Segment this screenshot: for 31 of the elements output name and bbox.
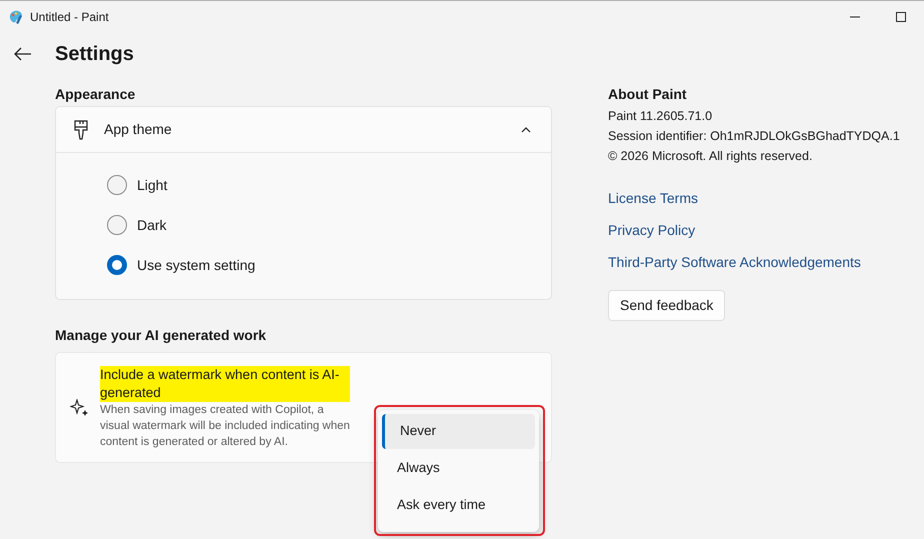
dropdown-option[interactable]: Always [382,451,535,486]
maximize-icon [896,12,906,22]
radio-label: Use system setting [137,256,256,275]
setting-title: Include a watermark when content is AI-generated [100,366,350,402]
about-text: Session identifier: Oh1mRJDLOkGsBGhadTYDQA.1 [608,128,901,145]
section-heading: About Paint [608,84,688,104]
chevron-up-icon[interactable] [521,126,531,132]
window-title: Untitled - Paint [30,8,109,26]
link[interactable]: Third-Party Software Acknowledgements [608,251,861,273]
dropdown-option[interactable]: Ask every time [382,488,535,523]
section-heading: Manage your AI generated work [55,326,268,345]
radio-label: Light [137,176,168,195]
page-title: Settings [55,42,134,67]
section-heading: Appearance [55,84,136,104]
link[interactable]: Privacy Policy [608,219,696,241]
radio-button[interactable] [107,175,127,195]
radio-button[interactable] [107,255,127,275]
radio-label: Dark [137,216,167,234]
app-theme-header[interactable]: App theme [56,107,551,153]
app-icon [8,8,24,24]
sparkle-icon [70,398,90,416]
send-feedback-button[interactable]: Send feedback [608,290,726,321]
about-text: © 2026 Microsoft. All rights reserved. [608,148,814,165]
dropdown-option[interactable]: Never [382,414,535,449]
back-arrow-icon [14,47,32,61]
setting-description: When saving images created with Copilot, a visual watermark will be included indicating when content is generated or altered by AI. [100,402,350,450]
setting-label: App theme [104,120,172,139]
about-text: Paint 11.2605.71.0 [608,108,714,125]
radio-button[interactable] [107,215,127,235]
link[interactable]: License Terms [608,187,698,209]
paintbrush-icon [74,120,88,140]
